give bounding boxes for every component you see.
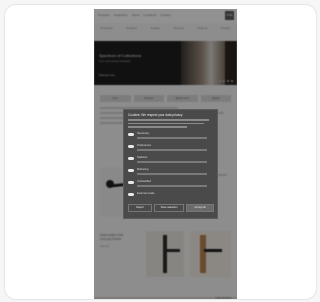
option-label: Unclassified bbox=[137, 180, 151, 183]
consent-option: Necessary bbox=[128, 132, 213, 142]
option-label: Statistics bbox=[137, 156, 148, 159]
toggle-switch[interactable] bbox=[128, 145, 134, 148]
text-line bbox=[137, 149, 207, 151]
consent-option: Unclassified bbox=[128, 180, 213, 190]
option-label: Marketing bbox=[137, 168, 149, 171]
consent-option: Marketing bbox=[128, 168, 213, 178]
toggle-switch[interactable] bbox=[128, 181, 134, 184]
text-line bbox=[128, 119, 209, 121]
consent-option: Statistics bbox=[128, 156, 213, 166]
toggle-switch[interactable] bbox=[128, 169, 134, 172]
toggle-switch[interactable] bbox=[128, 193, 134, 196]
save-selection-button[interactable]: Save selection bbox=[154, 204, 184, 212]
option-label: External media bbox=[137, 192, 155, 195]
consent-option: Preferences bbox=[128, 144, 213, 154]
text-line bbox=[137, 161, 207, 163]
option-label: Preferences bbox=[137, 144, 151, 147]
preview-card: Products Inspiration About Locations Con… bbox=[4, 4, 317, 300]
website-screenshot: Products Inspiration About Locations Con… bbox=[94, 9, 237, 299]
text-line bbox=[137, 173, 207, 175]
accept-all-button[interactable]: Accept all bbox=[186, 204, 214, 212]
toggle-switch[interactable] bbox=[128, 133, 134, 136]
text-line bbox=[128, 126, 187, 128]
consent-description bbox=[128, 119, 212, 130]
text-line bbox=[137, 137, 207, 139]
option-label: Necessary bbox=[137, 132, 150, 135]
consent-option: External media bbox=[128, 192, 213, 202]
toggle-switch[interactable] bbox=[128, 157, 134, 160]
text-line bbox=[128, 122, 204, 124]
cookie-consent-dialog: Cookies: We respect your data privacy Ne… bbox=[123, 109, 218, 219]
reject-button[interactable]: Reject bbox=[128, 204, 152, 212]
consent-title: Cookies: We respect your data privacy bbox=[128, 113, 183, 117]
text-line bbox=[137, 185, 207, 187]
